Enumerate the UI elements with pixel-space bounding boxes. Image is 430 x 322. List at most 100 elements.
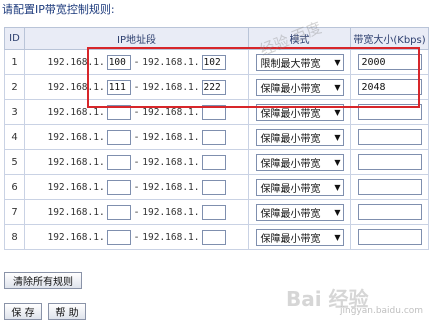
ip-prefix-end: 192.168.1. (142, 56, 200, 68)
mode-select[interactable]: 保障最小带宽 ▼ (255, 228, 344, 246)
bandwidth-input[interactable] (357, 204, 422, 220)
column-header-bandwidth: 带宽大小(Kbps) (350, 27, 429, 50)
column-header-mode: 模式 (248, 27, 351, 50)
rule-id: 5 (4, 149, 25, 175)
column-header-id: ID (4, 27, 25, 50)
chevron-down-icon: ▼ (334, 132, 341, 142)
rule-id: 6 (4, 174, 25, 200)
mode-select[interactable]: 保障最小带宽 ▼ (255, 78, 344, 96)
ip-start-input[interactable] (106, 104, 131, 120)
ip-prefix-end: 192.168.1. (142, 181, 200, 193)
baidu-jingyan-logo: Bai 经验 (286, 287, 369, 311)
ip-end-input[interactable] (201, 79, 226, 95)
bandwidth-input[interactable] (357, 104, 422, 120)
page-title: 请配置IP带宽控制规则: (2, 3, 115, 16)
ip-range-cell: 192.168.1.-192.168.1. (24, 124, 249, 150)
ip-prefix-end: 192.168.1. (142, 231, 200, 243)
ip-end-input[interactable] (201, 204, 226, 220)
mode-cell: 保障最小带宽 ▼ (248, 74, 351, 100)
ip-start-input[interactable] (106, 229, 131, 245)
bandwidth-input[interactable] (357, 154, 422, 170)
ip-prefix-end: 192.168.1. (142, 131, 200, 143)
mode-cell: 限制最大带宽 ▼ (248, 49, 351, 75)
ip-range-cell: 192.168.1.-192.168.1. (24, 74, 249, 100)
mode-select-value: 保障最小带宽 (260, 183, 321, 195)
bandwidth-input[interactable] (357, 129, 422, 145)
ip-start-input[interactable] (106, 179, 131, 195)
bandwidth-cell (350, 99, 429, 125)
table-row: 6 192.168.1. -192.168.1. 保障最小带宽 ▼ (4, 174, 429, 200)
mode-select[interactable]: 保障最小带宽 ▼ (255, 103, 344, 121)
mode-select-value: 保障最小带宽 (260, 158, 321, 170)
chevron-down-icon: ▼ (334, 182, 341, 192)
ip-range-cell: 192.168.1.-192.168.1. (24, 49, 249, 75)
table-row: 7 192.168.1. -192.168.1. 保障最小带宽 ▼ (4, 199, 429, 225)
save-button[interactable]: 保 存 (4, 303, 42, 320)
mode-cell: 保障最小带宽 ▼ (248, 174, 351, 200)
ip-range-cell: 192.168.1.-192.168.1. (24, 174, 249, 200)
bandwidth-cell (350, 199, 429, 225)
bandwidth-rules-table: ID IP地址段 模式 带宽大小(Kbps) 1192.168.1.-192.1… (4, 27, 429, 250)
ip-end-input[interactable] (201, 154, 226, 170)
mode-select[interactable]: 保障最小带宽 ▼ (255, 178, 344, 196)
ip-prefix-start: 192.168.1. (47, 81, 105, 93)
bandwidth-input[interactable] (357, 229, 422, 245)
bandwidth-input[interactable] (357, 79, 422, 95)
bandwidth-cell (350, 74, 429, 100)
bandwidth-cell (350, 224, 429, 250)
bandwidth-cell (350, 124, 429, 150)
ip-end-input[interactable] (201, 129, 226, 145)
ip-start-input[interactable] (106, 54, 131, 70)
ip-start-input[interactable] (106, 204, 131, 220)
chevron-down-icon: ▼ (334, 57, 341, 67)
ip-prefix-start: 192.168.1. (47, 56, 105, 68)
mode-select[interactable]: 保障最小带宽 ▼ (255, 128, 344, 146)
mode-select[interactable]: 保障最小带宽 ▼ (255, 203, 344, 221)
chevron-down-icon: ▼ (334, 207, 341, 217)
ip-range-cell: 192.168.1.-192.168.1. (24, 99, 249, 125)
mode-select[interactable]: 保障最小带宽 ▼ (255, 153, 344, 171)
ip-start-input[interactable] (106, 129, 131, 145)
bandwidth-input[interactable] (357, 179, 422, 195)
ip-prefix-end: 192.168.1. (142, 81, 200, 93)
range-separator: - (134, 231, 139, 243)
ip-end-input[interactable] (201, 104, 226, 120)
ip-prefix-end: 192.168.1. (142, 156, 200, 168)
mode-select-value: 保障最小带宽 (260, 208, 321, 220)
mode-cell: 保障最小带宽 ▼ (248, 124, 351, 150)
ip-prefix-end: 192.168.1. (142, 206, 200, 218)
ip-prefix-start: 192.168.1. (47, 206, 105, 218)
clear-all-rules-button[interactable]: 清除所有规则 (4, 272, 82, 289)
ip-prefix-end: 192.168.1. (142, 106, 200, 118)
ip-end-input[interactable] (201, 179, 226, 195)
rule-id: 8 (4, 224, 25, 250)
table-row: 1192.168.1.-192.168.1.限制最大带宽▼ (4, 49, 429, 75)
range-separator: - (134, 81, 139, 93)
ip-range-cell: 192.168.1.-192.168.1. (24, 199, 249, 225)
mode-select-value: 保障最小带宽 (260, 83, 321, 95)
ip-range-cell: 192.168.1.-192.168.1. (24, 224, 249, 250)
ip-prefix-start: 192.168.1. (47, 131, 105, 143)
rule-id: 7 (4, 199, 25, 225)
mode-cell: 保障最小带宽 ▼ (248, 224, 351, 250)
range-separator: - (134, 131, 139, 143)
mode-select[interactable]: 限制最大带宽 ▼ (255, 53, 344, 71)
range-separator: - (134, 106, 139, 118)
rule-id: 4 (4, 124, 25, 150)
mode-select-value: 保障最小带宽 (260, 233, 321, 245)
bandwidth-input[interactable] (357, 54, 422, 70)
ip-end-input[interactable] (201, 229, 226, 245)
ip-end-input[interactable] (201, 54, 226, 70)
range-separator: - (134, 181, 139, 193)
rule-id: 2 (4, 74, 25, 100)
mode-cell: 保障最小带宽 ▼ (248, 199, 351, 225)
ip-start-input[interactable] (106, 79, 131, 95)
mode-cell: 保障最小带宽 ▼ (248, 149, 351, 175)
ip-prefix-start: 192.168.1. (47, 106, 105, 118)
range-separator: - (134, 56, 139, 68)
chevron-down-icon: ▼ (334, 232, 341, 242)
ip-start-input[interactable] (106, 154, 131, 170)
ip-prefix-start: 192.168.1. (47, 156, 105, 168)
help-button[interactable]: 帮 助 (48, 303, 86, 320)
watermark-url: jingyan.baidu.com (340, 306, 424, 316)
